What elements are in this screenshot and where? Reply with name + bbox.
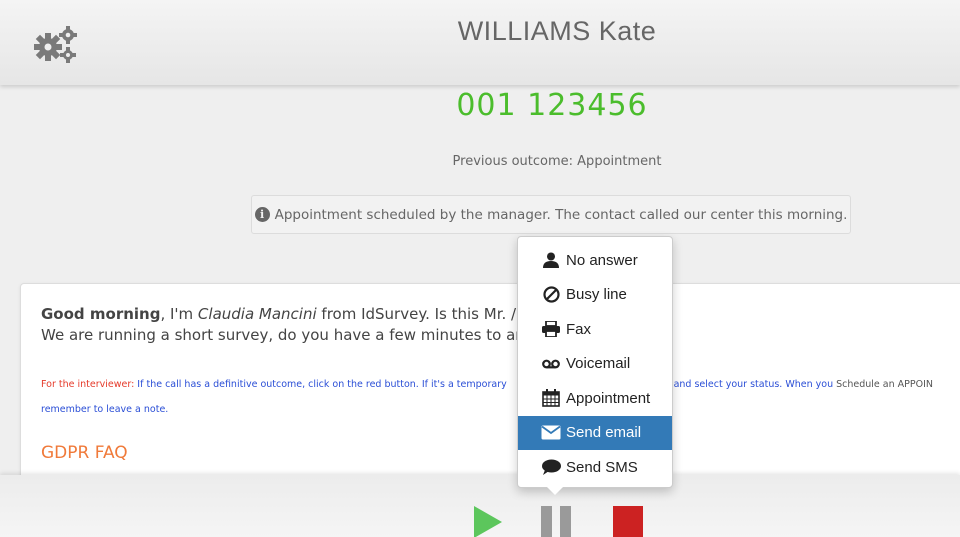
menu-item-label: No answer xyxy=(566,251,638,269)
menu-item-label: Send SMS xyxy=(566,458,638,476)
instr-label: For the interviewer: xyxy=(41,379,135,390)
user-icon xyxy=(540,251,562,269)
script-card: Good morning, I'm Claudia Mancini from I… xyxy=(20,283,960,483)
menu-item-appointment[interactable]: Appointment xyxy=(518,381,672,416)
menu-item-send-email[interactable]: Send email xyxy=(518,415,672,450)
printer-icon xyxy=(540,320,562,338)
section-title-gdpr[interactable]: GDPR FAQ xyxy=(41,443,128,463)
greeting-text2: from IdSurvey. Is this xyxy=(316,305,484,323)
menu-item-label: Voicemail xyxy=(566,355,631,373)
greeting-bold: Good morning xyxy=(41,305,161,323)
instr-text2: on and select your status. When you xyxy=(658,379,834,390)
play-button[interactable] xyxy=(474,506,502,537)
instr-line2: remember to leave a note. xyxy=(41,404,169,415)
menu-item-fax[interactable]: Fax xyxy=(518,312,672,347)
stop-button[interactable] xyxy=(613,506,643,537)
menu-item-label: Appointment xyxy=(566,389,651,407)
calendar-icon xyxy=(540,389,562,408)
header-bar: WILLIAMS Kate xyxy=(0,0,960,85)
agent-name: Claudia Mancini xyxy=(197,305,317,323)
menu-item-label: Send email xyxy=(566,424,642,442)
menu-item-send-sms[interactable]: Send SMS xyxy=(518,450,672,485)
info-note: i Appointment scheduled by the manager. … xyxy=(251,195,851,234)
instr-text1: If the call has a definitive outcome, cl… xyxy=(134,379,507,390)
call-controls-bar xyxy=(0,475,960,537)
ban-icon xyxy=(540,286,562,304)
phone-number: 001 123456 xyxy=(456,88,648,123)
menu-item-no-answer[interactable]: No answer xyxy=(518,243,672,278)
dropdown-arrow xyxy=(547,487,563,495)
envelope-icon xyxy=(540,424,562,442)
menu-item-label: Busy line xyxy=(566,286,627,304)
menu-item-label: Fax xyxy=(566,320,592,338)
greeting-line: Good morning, I'm Claudia Mancini from I… xyxy=(41,305,543,323)
pause-button[interactable] xyxy=(541,506,571,537)
survey-line: We are running a short survey, do you ha… xyxy=(41,326,533,344)
menu-item-busy-line[interactable]: Busy line xyxy=(518,278,672,313)
info-circle-icon: i xyxy=(254,207,270,222)
pause-bar-left xyxy=(541,506,552,537)
instr-text3: Schedule an APPOIN xyxy=(833,379,933,390)
greeting-text1: , I'm xyxy=(160,305,198,323)
voicemail-icon xyxy=(540,355,562,373)
info-note-text: Appointment scheduled by the manager. Th… xyxy=(274,206,848,223)
menu-item-voicemail[interactable]: Voicemail xyxy=(518,347,672,382)
contact-name: WILLIAMS Kate xyxy=(457,16,657,46)
previous-outcome: Previous outcome: Appointment xyxy=(452,154,662,169)
interviewer-instructions: For the interviewer: If the call has a d… xyxy=(41,379,933,390)
status-dropdown: No answer Busy line Fax Voicemail Appoin… xyxy=(517,236,673,495)
comment-icon xyxy=(540,458,562,476)
pause-bar-right xyxy=(560,506,571,537)
play-icon xyxy=(474,506,502,537)
